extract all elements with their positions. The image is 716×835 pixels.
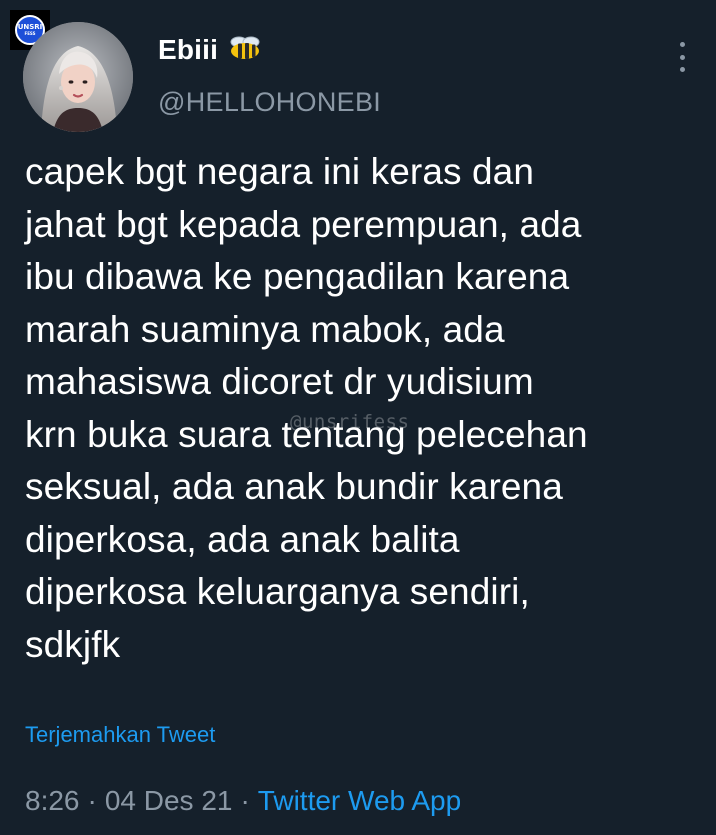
meta-separator: · xyxy=(87,785,97,816)
tweet-text-line: seksual, ada anak bundir karena xyxy=(25,466,563,507)
vertical-ellipsis-icon-dot xyxy=(679,67,685,72)
user-handle[interactable]: @HELLOHONEBI xyxy=(158,87,381,118)
avatar[interactable] xyxy=(23,22,133,132)
tweet-meta: 8:26 · 04 Des 21 · Twitter Web App xyxy=(25,785,461,817)
tweet-text-line: capek bgt negara ini keras dan xyxy=(25,151,535,192)
tweet-text-line: diperkosa, ada anak balita xyxy=(25,518,460,560)
tweet-text-line: ibu dibawa ke pengadilan karena xyxy=(25,256,570,297)
tweet-source-link[interactable]: Twitter Web App xyxy=(258,785,461,817)
display-name-row: Ebiii xyxy=(158,34,262,66)
vertical-ellipsis-icon-dot xyxy=(679,54,685,60)
tweet-text-line: jahat bgt kepada perempuan, ada xyxy=(25,203,582,245)
vertical-ellipsis-icon-dot xyxy=(679,42,685,47)
bee-icon xyxy=(228,35,262,66)
tweet-text-line: diperkosa keluarganya sendiri, xyxy=(25,571,530,612)
avatar-image xyxy=(23,22,133,132)
translate-tweet-link[interactable]: Terjemahkan Tweet xyxy=(25,722,215,748)
tweet-text-line: sdkjfk xyxy=(25,623,121,665)
tweet-text-line: mahasiswa dicoret dr yudisium xyxy=(25,361,534,402)
tweet-time[interactable]: 8:26 xyxy=(25,785,80,817)
text-watermark: @unsrifess xyxy=(290,411,410,433)
tweet-text-line: marah suaminya mabok, ada xyxy=(25,308,505,350)
tweet-text: capek bgt negara ini keras dan jahat bgt… xyxy=(25,146,705,671)
more-options-button[interactable] xyxy=(676,42,688,72)
logo-subtext: FESS xyxy=(24,31,36,36)
display-name[interactable]: Ebiii xyxy=(158,34,218,66)
logo-text: UNSRI xyxy=(17,23,43,31)
tweet-card: UNSRI FESS Ebiii @HELLOHONEBI capek bgt … xyxy=(0,0,716,835)
meta-separator: · xyxy=(240,785,250,816)
tweet-date[interactable]: 04 Des 21 xyxy=(105,785,233,817)
